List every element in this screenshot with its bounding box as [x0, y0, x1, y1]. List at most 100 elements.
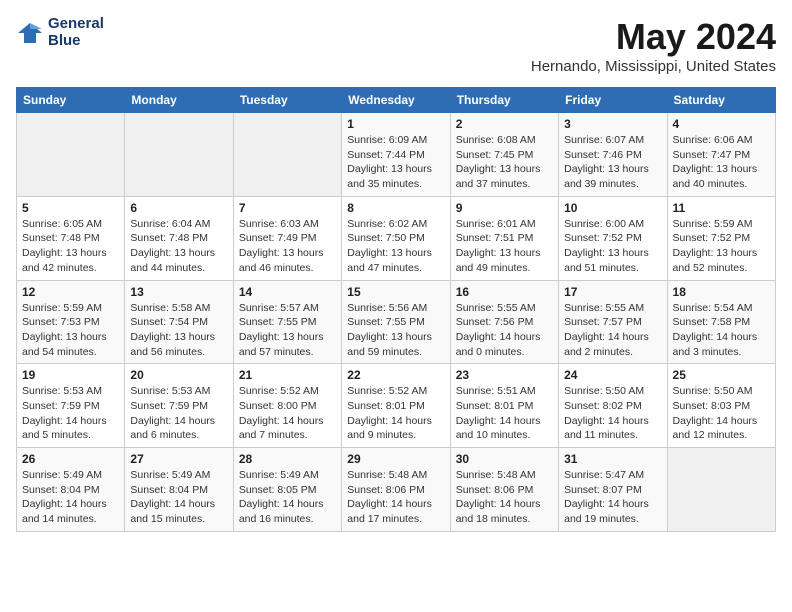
day-number: 21	[239, 368, 336, 382]
calendar-cell: 10 Sunrise: 6:00 AMSunset: 7:52 PMDayligh…	[559, 196, 667, 280]
calendar-week-row: 26 Sunrise: 5:49 AMSunset: 8:04 PMDayligh…	[17, 448, 776, 532]
calendar-cell: 30 Sunrise: 5:48 AMSunset: 8:06 PMDayligh…	[450, 448, 558, 532]
day-info: Sunrise: 6:06 AMSunset: 7:47 PMDaylight:…	[673, 133, 770, 192]
logo-text: General Blue	[48, 16, 104, 49]
calendar-cell: 17 Sunrise: 5:55 AMSunset: 7:57 PMDayligh…	[559, 280, 667, 364]
calendar-cell: 31 Sunrise: 5:47 AMSunset: 8:07 PMDayligh…	[559, 448, 667, 532]
calendar-cell: 20Sunrise: 5:53 AMSunset: 7:59 PMDayligh…	[125, 364, 233, 448]
day-number: 12	[22, 285, 119, 299]
weekday-header: Saturday	[667, 88, 775, 113]
calendar-cell: 3 Sunrise: 6:07 AMSunset: 7:46 PMDaylight…	[559, 113, 667, 197]
day-info: Sunrise: 6:08 AMSunset: 7:45 PMDaylight:…	[456, 133, 553, 192]
day-info: Sunrise: 6:01 AMSunset: 7:51 PMDaylight:…	[456, 217, 553, 276]
day-info: Sunrise: 5:48 AMSunset: 8:06 PMDaylight:…	[347, 468, 444, 527]
weekday-header: Tuesday	[233, 88, 341, 113]
day-number: 6	[130, 201, 227, 215]
calendar: SundayMondayTuesdayWednesdayThursdayFrid…	[16, 87, 776, 532]
day-number: 7	[239, 201, 336, 215]
calendar-week-row: 5 Sunrise: 6:05 AMSunset: 7:48 PMDaylight…	[17, 196, 776, 280]
day-number: 27	[130, 452, 227, 466]
day-number: 9	[456, 201, 553, 215]
day-number: 10	[564, 201, 661, 215]
day-number: 29	[347, 452, 444, 466]
calendar-cell: 4 Sunrise: 6:06 AMSunset: 7:47 PMDaylight…	[667, 113, 775, 197]
header: General Blue May 2024 Hernando, Mississi…	[16, 16, 776, 75]
calendar-week-row: 19Sunrise: 5:53 AMSunset: 7:59 PMDayligh…	[17, 364, 776, 448]
day-number: 3	[564, 117, 661, 131]
day-info: Sunrise: 5:59 AMSunset: 7:52 PMDaylight:…	[673, 217, 770, 276]
weekday-header: Monday	[125, 88, 233, 113]
day-info: Sunrise: 6:02 AMSunset: 7:50 PMDaylight:…	[347, 217, 444, 276]
weekday-header: Thursday	[450, 88, 558, 113]
logo: General Blue	[16, 16, 104, 49]
weekday-header: Friday	[559, 88, 667, 113]
day-info: Sunrise: 5:50 AMSunset: 8:03 PMDaylight:…	[673, 384, 770, 443]
calendar-cell: 29 Sunrise: 5:48 AMSunset: 8:06 PMDayligh…	[342, 448, 450, 532]
calendar-cell: 14Sunrise: 5:57 AMSunset: 7:55 PMDayligh…	[233, 280, 341, 364]
day-number: 26	[22, 452, 119, 466]
day-number: 5	[22, 201, 119, 215]
weekday-header: Wednesday	[342, 88, 450, 113]
calendar-cell: 1 Sunrise: 6:09 AMSunset: 7:44 PMDaylight…	[342, 113, 450, 197]
day-number: 13	[130, 285, 227, 299]
day-info: Sunrise: 5:59 AMSunset: 7:53 PMDaylight:…	[22, 301, 119, 360]
day-info: Sunrise: 6:00 AMSunset: 7:52 PMDaylight:…	[564, 217, 661, 276]
calendar-cell: 24 Sunrise: 5:50 AMSunset: 8:02 PMDayligh…	[559, 364, 667, 448]
calendar-cell: 9 Sunrise: 6:01 AMSunset: 7:51 PMDaylight…	[450, 196, 558, 280]
day-number: 25	[673, 368, 770, 382]
day-info: Sunrise: 5:53 AMSunset: 7:59 PMDaylight:…	[22, 384, 119, 443]
day-number: 16	[456, 285, 553, 299]
day-number: 22	[347, 368, 444, 382]
day-number: 17	[564, 285, 661, 299]
day-info: Sunrise: 5:52 AMSunset: 8:01 PMDaylight:…	[347, 384, 444, 443]
day-info: Sunrise: 6:05 AMSunset: 7:48 PMDaylight:…	[22, 217, 119, 276]
calendar-cell: 25 Sunrise: 5:50 AMSunset: 8:03 PMDayligh…	[667, 364, 775, 448]
weekday-header-row: SundayMondayTuesdayWednesdayThursdayFrid…	[17, 88, 776, 113]
day-number: 4	[673, 117, 770, 131]
day-info: Sunrise: 6:07 AMSunset: 7:46 PMDaylight:…	[564, 133, 661, 192]
calendar-cell: 22 Sunrise: 5:52 AMSunset: 8:01 PMDayligh…	[342, 364, 450, 448]
day-info: Sunrise: 5:54 AMSunset: 7:58 PMDaylight:…	[673, 301, 770, 360]
calendar-cell: 28Sunrise: 5:49 AMSunset: 8:05 PMDayligh…	[233, 448, 341, 532]
day-number: 15	[347, 285, 444, 299]
day-info: Sunrise: 5:48 AMSunset: 8:06 PMDaylight:…	[456, 468, 553, 527]
day-info: Sunrise: 5:55 AMSunset: 7:56 PMDaylight:…	[456, 301, 553, 360]
calendar-cell: 16 Sunrise: 5:55 AMSunset: 7:56 PMDayligh…	[450, 280, 558, 364]
day-info: Sunrise: 5:49 AMSunset: 8:05 PMDaylight:…	[239, 468, 336, 527]
day-info: Sunrise: 5:55 AMSunset: 7:57 PMDaylight:…	[564, 301, 661, 360]
day-info: Sunrise: 5:49 AMSunset: 8:04 PMDaylight:…	[130, 468, 227, 527]
day-number: 2	[456, 117, 553, 131]
day-info: Sunrise: 5:49 AMSunset: 8:04 PMDaylight:…	[22, 468, 119, 527]
day-info: Sunrise: 5:50 AMSunset: 8:02 PMDaylight:…	[564, 384, 661, 443]
day-number: 1	[347, 117, 444, 131]
day-number: 24	[564, 368, 661, 382]
day-number: 30	[456, 452, 553, 466]
day-info: Sunrise: 5:52 AMSunset: 8:00 PMDaylight:…	[239, 384, 336, 443]
day-number: 8	[347, 201, 444, 215]
day-info: Sunrise: 5:51 AMSunset: 8:01 PMDaylight:…	[456, 384, 553, 443]
day-info: Sunrise: 5:56 AMSunset: 7:55 PMDaylight:…	[347, 301, 444, 360]
day-info: Sunrise: 5:58 AMSunset: 7:54 PMDaylight:…	[130, 301, 227, 360]
calendar-cell	[667, 448, 775, 532]
logo-icon	[16, 19, 44, 47]
weekday-header: Sunday	[17, 88, 125, 113]
calendar-cell: 13 Sunrise: 5:58 AMSunset: 7:54 PMDayligh…	[125, 280, 233, 364]
calendar-week-row: 1 Sunrise: 6:09 AMSunset: 7:44 PMDaylight…	[17, 113, 776, 197]
day-info: Sunrise: 5:47 AMSunset: 8:07 PMDaylight:…	[564, 468, 661, 527]
day-info: Sunrise: 5:57 AMSunset: 7:55 PMDaylight:…	[239, 301, 336, 360]
day-info: Sunrise: 6:04 AMSunset: 7:48 PMDaylight:…	[130, 217, 227, 276]
calendar-cell: 6 Sunrise: 6:04 AMSunset: 7:48 PMDaylight…	[125, 196, 233, 280]
calendar-cell: 15 Sunrise: 5:56 AMSunset: 7:55 PMDayligh…	[342, 280, 450, 364]
calendar-cell: 2 Sunrise: 6:08 AMSunset: 7:45 PMDaylight…	[450, 113, 558, 197]
day-info: Sunrise: 6:09 AMSunset: 7:44 PMDaylight:…	[347, 133, 444, 192]
calendar-cell: 21 Sunrise: 5:52 AMSunset: 8:00 PMDayligh…	[233, 364, 341, 448]
day-number: 31	[564, 452, 661, 466]
main-title: May 2024	[531, 16, 776, 58]
day-number: 11	[673, 201, 770, 215]
calendar-cell: 27 Sunrise: 5:49 AMSunset: 8:04 PMDayligh…	[125, 448, 233, 532]
calendar-cell: 12 Sunrise: 5:59 AMSunset: 7:53 PMDayligh…	[17, 280, 125, 364]
calendar-cell: 5 Sunrise: 6:05 AMSunset: 7:48 PMDaylight…	[17, 196, 125, 280]
calendar-cell: 8 Sunrise: 6:02 AMSunset: 7:50 PMDaylight…	[342, 196, 450, 280]
calendar-cell: 23Sunrise: 5:51 AMSunset: 8:01 PMDayligh…	[450, 364, 558, 448]
calendar-cell: 11 Sunrise: 5:59 AMSunset: 7:52 PMDayligh…	[667, 196, 775, 280]
